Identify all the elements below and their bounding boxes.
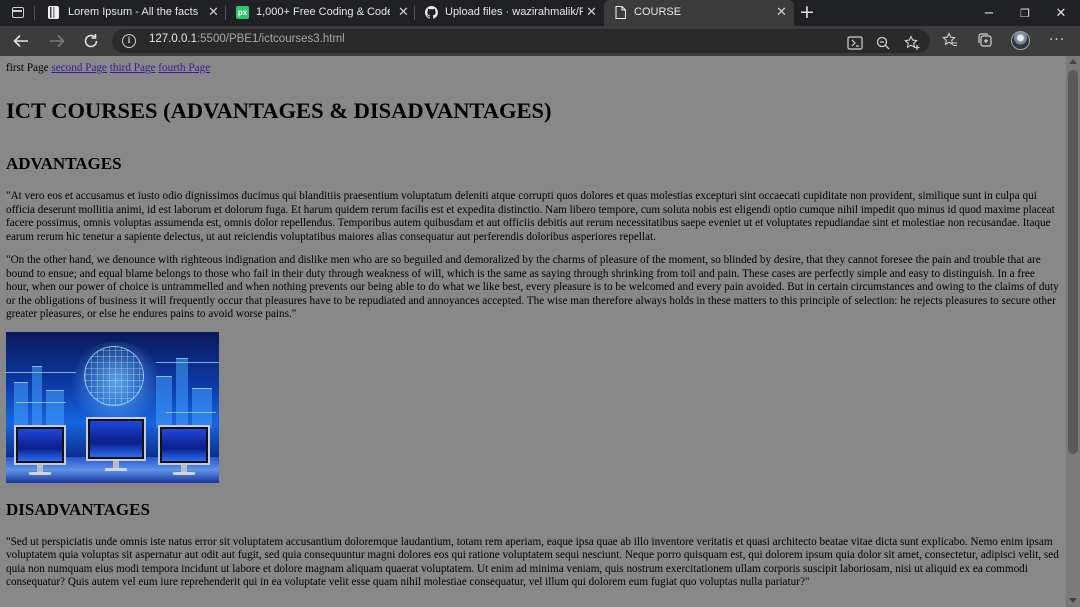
nav-link-third-page[interactable]: third Page (110, 62, 156, 74)
profile-avatar[interactable] (1011, 31, 1030, 50)
nav-link-fourth-page[interactable]: fourth Page (158, 62, 210, 74)
minimize-button[interactable]: − (971, 0, 1007, 26)
advantages-paragraph-1: "At vero eos et accusamus et iusto odio … (6, 190, 1055, 243)
zoom-icon[interactable] (875, 35, 891, 51)
favorites-icon[interactable] (942, 32, 958, 48)
scrollbar-thumb[interactable] (1068, 70, 1078, 454)
close-tab-icon[interactable]: ✕ (208, 4, 219, 20)
restore-button[interactable]: ❐ (1007, 0, 1043, 26)
tab-strip: Lorem Ipsum - All the facts - Lipsum ✕ p… (0, 0, 1080, 26)
close-tab-icon[interactable]: ✕ (398, 4, 409, 20)
close-tab-icon[interactable]: ✕ (776, 4, 787, 20)
refresh-button[interactable] (80, 30, 102, 52)
web-page: first Page second Page third Page fourth… (0, 56, 1066, 607)
back-button[interactable] (10, 30, 32, 52)
tab-title: COURSE (634, 6, 682, 18)
add-favorite-icon[interactable] (904, 35, 920, 51)
tab-actions-icon[interactable] (12, 7, 24, 18)
back-arrow-icon (13, 34, 28, 48)
more-options-icon[interactable]: ··· (1049, 32, 1065, 48)
close-window-button[interactable]: ✕ (1043, 0, 1079, 26)
disadvantages-paragraph-1: "Sed ut perspiciatis unde omnis iste nat… (6, 535, 1059, 589)
tab-divider (34, 6, 35, 20)
lipsum-favicon-icon (48, 6, 59, 19)
tab-pixabay[interactable]: px 1,000+ Free Coding & Code Images ✕ (226, 0, 416, 26)
tab-github[interactable]: Upload files · wazirahmalik/PBE1 ✕ (415, 0, 603, 26)
browser-toolbar: i 127.0.0.1:5500/PBE1/ictcourses3.html ·… (0, 26, 1080, 56)
nav-link-second-page[interactable]: second Page (51, 62, 107, 74)
page-nav: first Page second Page third Page fourth… (6, 62, 1060, 75)
tab-title: 1,000+ Free Coding & Code Images (256, 6, 390, 18)
tab-lipsum[interactable]: Lorem Ipsum - All the facts - Lipsum ✕ (38, 0, 224, 26)
new-tab-button[interactable]: + (799, 2, 815, 22)
forward-button[interactable] (46, 30, 68, 52)
document-favicon-icon (614, 6, 627, 19)
close-tab-icon[interactable]: ✕ (586, 4, 597, 20)
scroll-down-arrow-icon[interactable] (1069, 598, 1077, 603)
immersive-reader-icon[interactable] (847, 35, 863, 51)
disadvantages-heading: DISADVANTAGES (6, 499, 150, 519)
site-info-icon[interactable]: i (122, 34, 136, 48)
url-text[interactable]: 127.0.0.1:5500/PBE1/ictcourses3.html (149, 33, 345, 45)
github-favicon-icon (425, 6, 438, 19)
url-path: :5500/PBE1/ictcourses3.html (196, 33, 345, 45)
advantages-heading: ADVANTAGES (6, 154, 122, 173)
tab-title: Upload files · wazirahmalik/PBE1 (445, 6, 583, 18)
address-bar[interactable]: i 127.0.0.1:5500/PBE1/ictcourses3.html (112, 29, 930, 53)
page-viewport: first Page second Page third Page fourth… (0, 56, 1080, 607)
refresh-icon (84, 34, 98, 48)
url-host: 127.0.0.1 (149, 33, 197, 45)
ict-technology-image (6, 331, 219, 483)
tab-course[interactable]: COURSE ✕ (604, 0, 794, 26)
scroll-up-arrow-icon[interactable] (1069, 59, 1077, 64)
tab-title: Lorem Ipsum - All the facts - Lipsum (68, 6, 198, 18)
page-title: ICT COURSES (ADVANTAGES & DISADVANTAGES) (6, 98, 552, 123)
forward-arrow-icon (50, 34, 65, 48)
collections-icon[interactable] (977, 32, 993, 48)
advantages-paragraph-2: "On the other hand, we denounce with rig… (6, 254, 1059, 320)
nav-current-page: first Page (6, 62, 49, 74)
pixabay-favicon-icon: px (236, 6, 249, 19)
vertical-scrollbar[interactable] (1066, 56, 1080, 607)
